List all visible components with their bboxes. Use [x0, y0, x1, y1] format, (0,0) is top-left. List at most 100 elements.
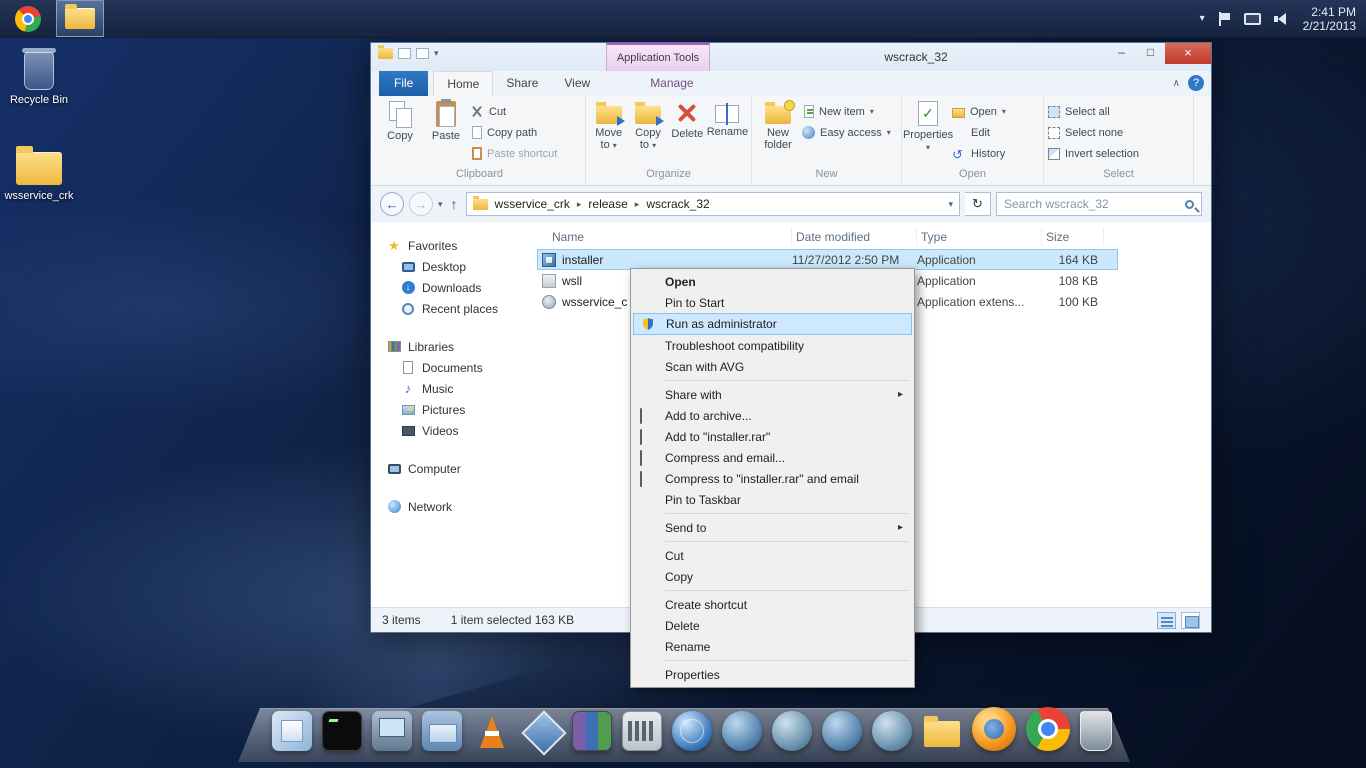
sidebar-item-computer[interactable]: Computer [371, 458, 537, 479]
menu-item-pin-to-taskbar[interactable]: Pin to Taskbar [633, 489, 912, 510]
menu-item-run-as-administrator[interactable]: Run as administrator [633, 313, 912, 335]
sidebar-item-downloads[interactable]: ↓ Downloads [371, 277, 537, 298]
menu-item-compress-to-installer-rar-and-email[interactable]: Compress to "installer.rar" and email [633, 468, 912, 489]
taskbar-explorer-button[interactable] [56, 0, 104, 37]
properties-button[interactable]: ✓ Properties ▾ [906, 101, 950, 154]
desktop-icon-recycle-bin[interactable]: Recycle Bin [0, 52, 78, 106]
firefox-icon[interactable] [972, 707, 1016, 751]
speaker-icon[interactable] [1274, 12, 1290, 26]
menu-item-copy[interactable]: Copy [633, 566, 912, 587]
menu-item-scan-with-avg[interactable]: Scan with AVG [633, 356, 912, 377]
breadcrumb-item[interactable]: wscrack_32 [646, 197, 709, 211]
tab-share[interactable]: Share [493, 71, 551, 96]
select-all-button[interactable]: Select all [1048, 103, 1139, 120]
menu-item-pin-to-start[interactable]: Pin to Start [633, 292, 912, 313]
new-folder-button[interactable]: New folder [756, 101, 800, 151]
refresh-button[interactable]: ↻ [965, 192, 991, 216]
qat-button-icon[interactable] [416, 48, 429, 59]
column-header-name[interactable]: Name [537, 228, 792, 246]
desktop-icon-wsservice-crk[interactable]: wsservice_crk [0, 152, 78, 202]
sidebar-item-music[interactable]: ♪ Music [371, 378, 537, 399]
vlc-icon[interactable] [472, 711, 512, 751]
taskbar-clock[interactable]: 2:41 PM 2/21/2013 [1303, 5, 1356, 33]
blue-app-icon-4[interactable] [872, 711, 912, 751]
copy-button[interactable]: Copy [378, 101, 422, 142]
column-header-date-modified[interactable]: Date modified [792, 228, 917, 246]
forward-button[interactable]: → [409, 192, 433, 216]
menu-item-cut[interactable]: Cut [633, 545, 912, 566]
history-button[interactable]: ↺ History [952, 145, 1006, 162]
tray-chevron-icon[interactable]: ▾ [1200, 13, 1205, 24]
close-button[interactable]: × [1165, 43, 1211, 64]
title-bar[interactable]: ▾ Application Tools wscrack_32 – □ × [371, 43, 1211, 71]
action-center-flag-icon[interactable] [1218, 12, 1231, 26]
easy-access-button[interactable]: Easy access ▾ [802, 124, 891, 141]
ribbon-collapse-icon[interactable]: ∧ [1173, 78, 1180, 89]
menu-item-open[interactable]: Open [633, 271, 912, 292]
copy-to-button[interactable]: Copy to ▾ [629, 101, 666, 152]
column-header-size[interactable]: Size [1042, 228, 1104, 246]
select-none-button[interactable]: Select none [1048, 124, 1139, 141]
sidebar-item-pictures[interactable]: Pictures [371, 399, 537, 420]
edit-button[interactable]: Edit [952, 124, 1006, 141]
menu-item-add-to-installer-rar[interactable]: Add to "installer.rar" [633, 426, 912, 447]
search-input[interactable]: Search wscrack_32 [996, 192, 1202, 216]
sidebar-item-documents[interactable]: Documents [371, 357, 537, 378]
column-header-type[interactable]: Type [917, 228, 1042, 246]
up-button[interactable]: ↑ [448, 196, 461, 212]
command-prompt-icon[interactable] [322, 711, 362, 751]
internet-globe-icon[interactable] [672, 711, 712, 751]
breadcrumb-item[interactable]: release [588, 197, 627, 211]
sidebar-item-recent-places[interactable]: Recent places [371, 298, 537, 319]
menu-item-properties[interactable]: Properties [633, 664, 912, 685]
copy-path-button[interactable]: Copy path [470, 124, 557, 141]
open-button[interactable]: Open ▾ [952, 103, 1006, 120]
paste-shortcut-button[interactable]: Paste shortcut [470, 145, 557, 162]
address-bar[interactable]: wsservice_crk ▸ release ▸ wscrack_32 ▾ [466, 192, 960, 216]
tab-file[interactable]: File [379, 71, 428, 96]
minimize-button[interactable]: – [1107, 43, 1136, 64]
contextual-tab-application-tools[interactable]: Application Tools [606, 43, 710, 71]
sidebar-item-videos[interactable]: Videos [371, 420, 537, 441]
maximize-button[interactable]: □ [1136, 43, 1165, 64]
tab-view[interactable]: View [551, 71, 603, 96]
taskbar-chrome-button[interactable] [4, 0, 52, 37]
cut-button[interactable]: Cut [470, 103, 557, 120]
menu-item-add-to-archive[interactable]: Add to archive... [633, 405, 912, 426]
winrar-dock-icon[interactable] [572, 711, 612, 751]
blue-folder-icon[interactable] [422, 711, 462, 751]
tab-manage[interactable]: Manage [637, 71, 706, 96]
blue-app-icon-2[interactable] [772, 711, 812, 751]
qat-chevron-down-icon[interactable]: ▾ [434, 48, 439, 59]
setup-icon[interactable] [272, 711, 312, 751]
breadcrumb-separator-icon[interactable]: ▸ [577, 199, 582, 210]
menu-item-delete[interactable]: Delete [633, 615, 912, 636]
invert-selection-button[interactable]: Invert selection [1048, 145, 1139, 162]
new-item-button[interactable]: New item ▾ [802, 103, 891, 120]
sidebar-item-desktop[interactable]: Desktop [371, 256, 537, 277]
nav-history-chevron-icon[interactable]: ▾ [438, 199, 443, 210]
virtualbox-icon[interactable] [522, 711, 562, 751]
breadcrumb-item[interactable]: wsservice_crk [495, 197, 570, 211]
move-to-button[interactable]: Move to ▾ [590, 101, 627, 152]
qat-button-icon[interactable] [398, 48, 411, 59]
menu-item-share-with[interactable]: Share with ▸ [633, 384, 912, 405]
back-button[interactable]: ← [380, 192, 404, 216]
blue-app-icon-3[interactable] [822, 711, 862, 751]
keyboard-icon[interactable] [622, 711, 662, 751]
network-icon[interactable] [1244, 13, 1261, 25]
thumbnails-view-button[interactable] [1181, 612, 1200, 629]
sidebar-item-network[interactable]: Network [371, 496, 537, 517]
rename-button[interactable]: Rename [708, 101, 747, 138]
address-chevron-down-icon[interactable]: ▾ [948, 199, 953, 210]
breadcrumb-separator-icon[interactable]: ▸ [635, 199, 640, 210]
menu-item-rename[interactable]: Rename [633, 636, 912, 657]
chrome-dock-icon[interactable] [1026, 707, 1070, 751]
menu-item-create-shortcut[interactable]: Create shortcut [633, 594, 912, 615]
menu-item-troubleshoot-compatibility[interactable]: Troubleshoot compatibility [633, 335, 912, 356]
tab-home[interactable]: Home [433, 71, 493, 96]
sidebar-item-libraries[interactable]: Libraries [371, 336, 537, 357]
help-button[interactable]: ? [1188, 75, 1204, 91]
details-view-button[interactable] [1157, 612, 1176, 629]
sidebar-item-favorites[interactable]: ★ Favorites [371, 235, 537, 256]
